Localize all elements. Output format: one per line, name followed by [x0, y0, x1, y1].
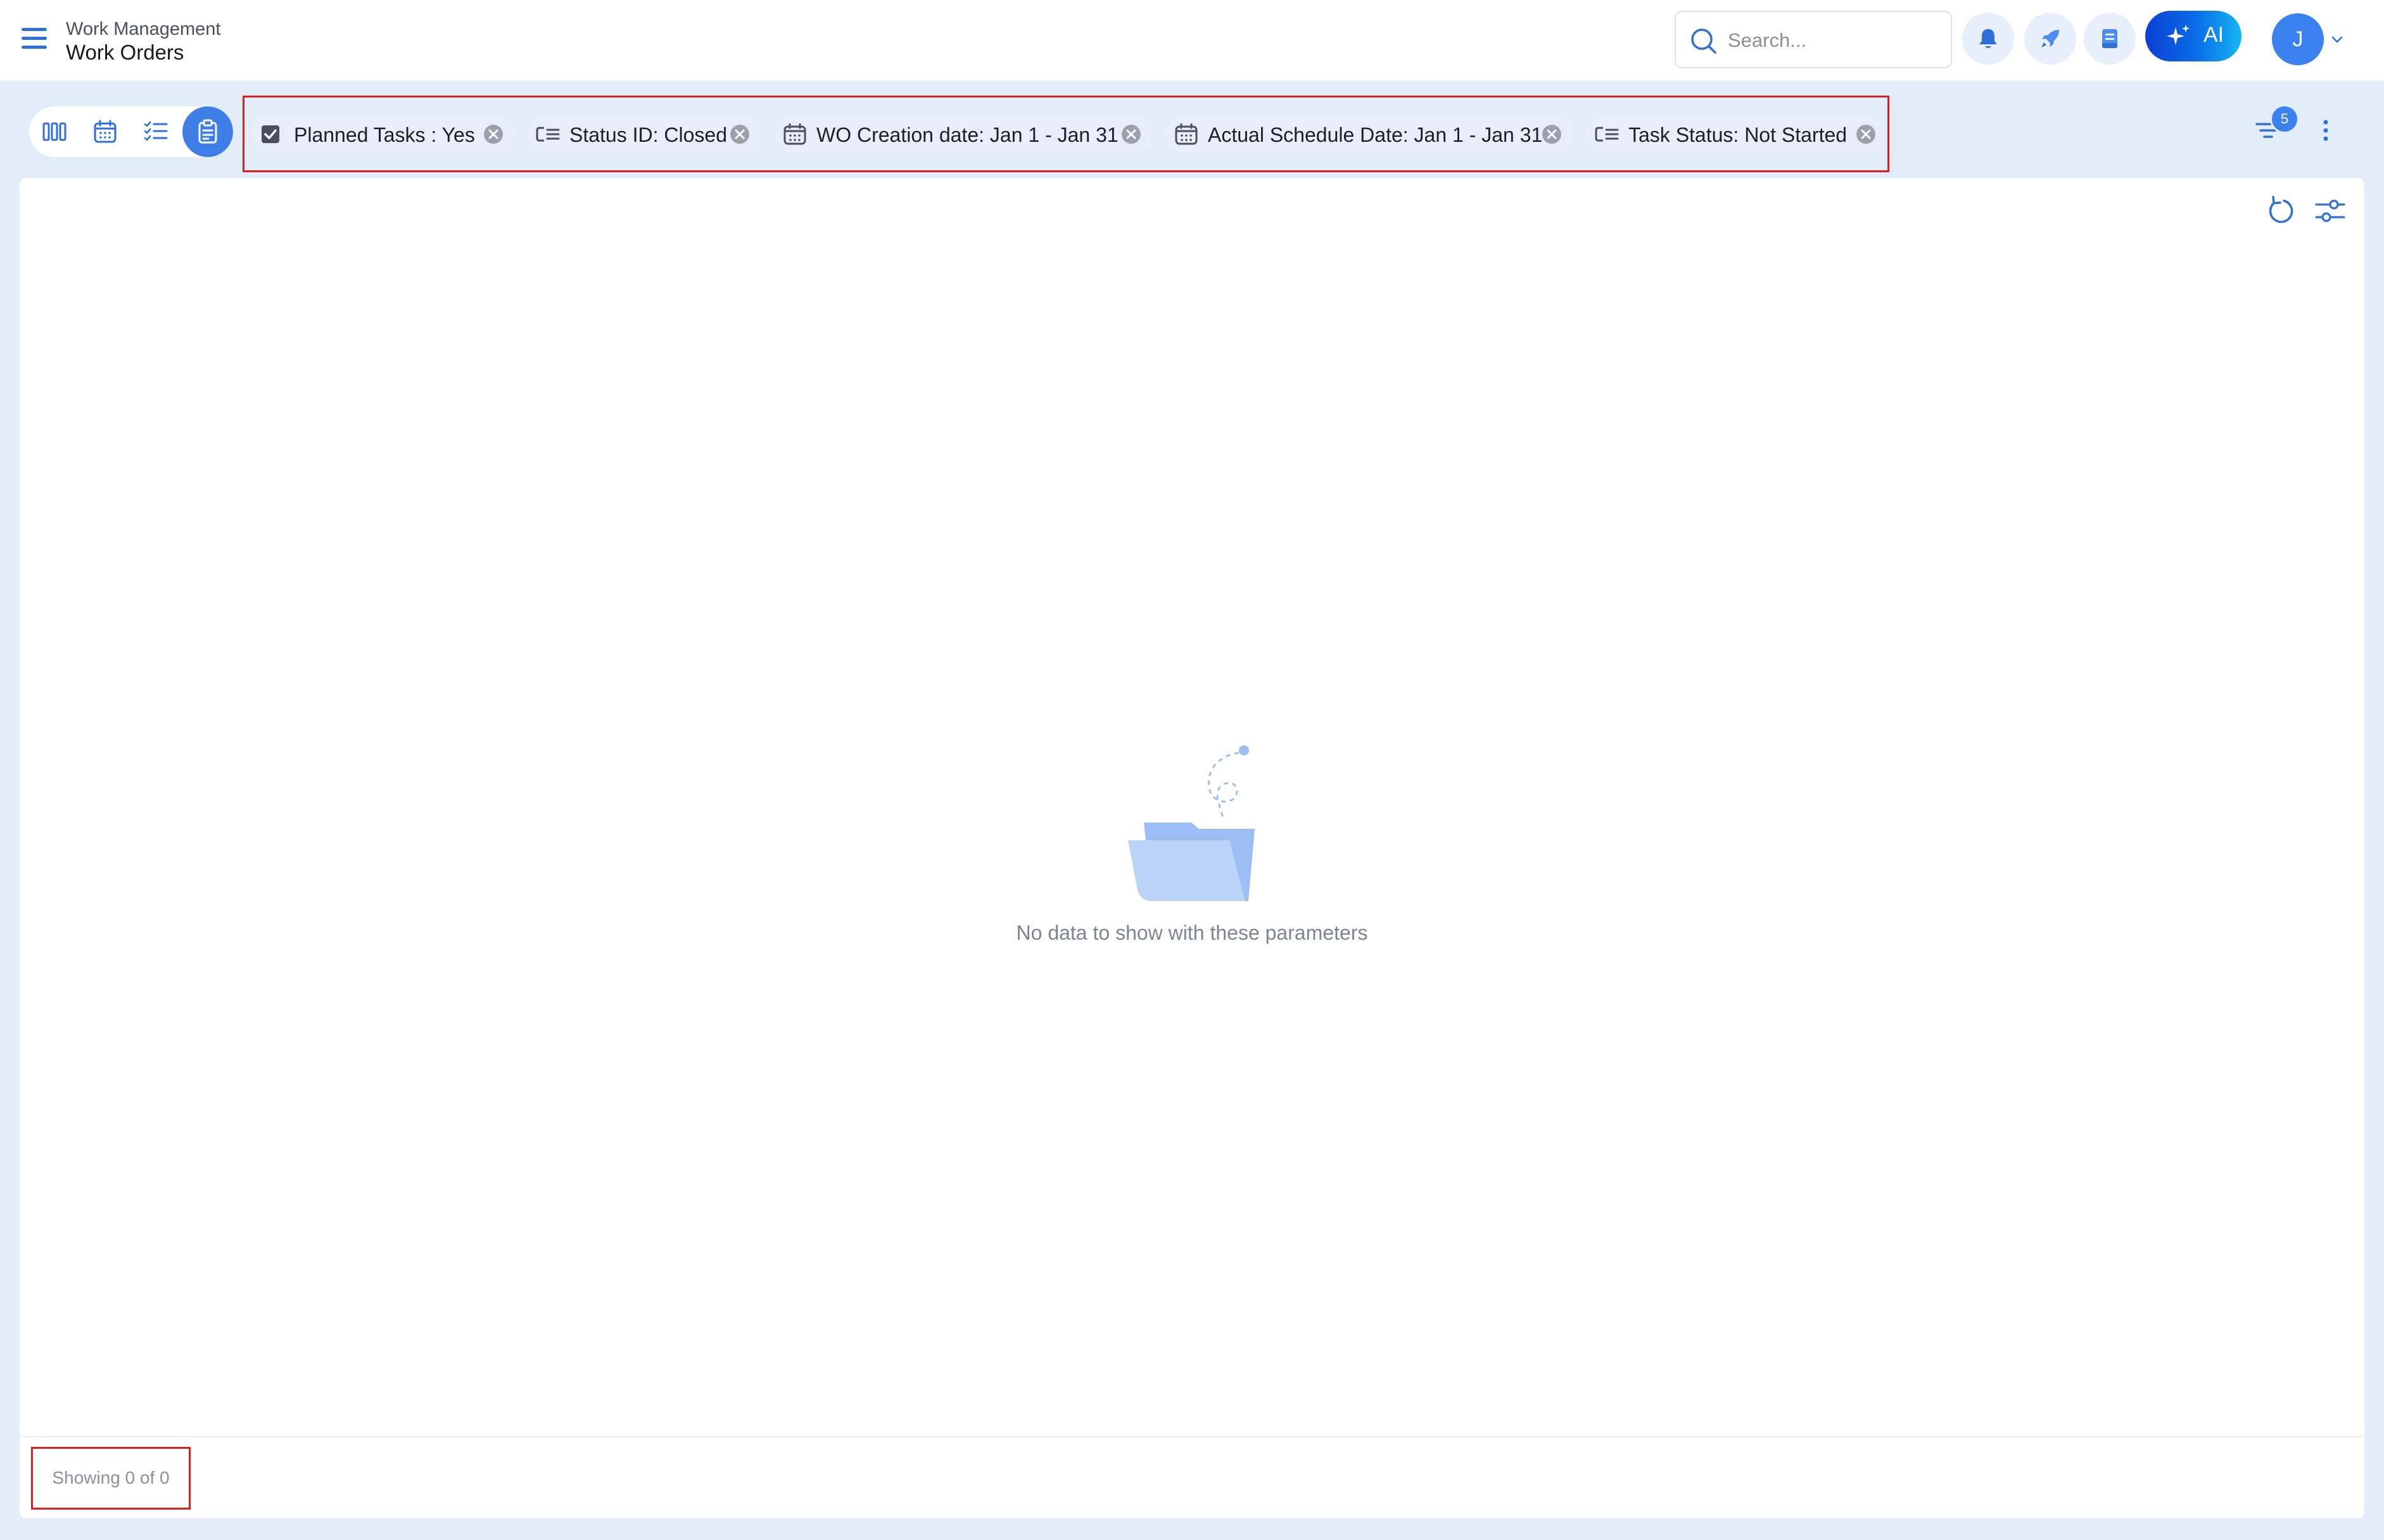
search-icon [1691, 28, 1716, 54]
document-icon [2102, 29, 2117, 48]
top-header: Work Management Work Orders Search... AI… [0, 0, 2384, 80]
view-clipboard-button[interactable] [182, 106, 233, 157]
view-board-button[interactable] [29, 106, 80, 157]
filter-chip-planned-tasks[interactable]: Planned Tasks : Yes [251, 114, 517, 154]
breadcrumb-module[interactable]: Work Management [66, 19, 220, 40]
active-filters-bar: Planned Tasks : Yes Status ID: Closed WO… [243, 96, 1889, 172]
list-filter-icon [1595, 127, 1619, 142]
filter-chip-actual-schedule-date[interactable]: Actual Schedule Date: Jan 1 - Jan 31 [1165, 114, 1575, 154]
filter-chip-label: WO Creation date: Jan 1 - Jan 31 [816, 123, 1119, 146]
ai-assistant-button[interactable]: AI [2145, 11, 2241, 61]
close-icon[interactable] [1541, 123, 1563, 145]
filter-chip-task-status[interactable]: Task Status: Not Started [1585, 114, 1884, 154]
calendar-icon [1175, 123, 1198, 145]
calendar-icon [783, 123, 806, 145]
close-icon[interactable] [1120, 123, 1142, 145]
rocket-icon [2041, 30, 2059, 47]
quick-launch-button[interactable] [2024, 13, 2076, 65]
calendar-icon [94, 120, 117, 143]
ai-button-label: AI [2203, 23, 2224, 47]
results-panel: No data to show with these parameters [20, 178, 2364, 1518]
search-input[interactable] [1727, 26, 1938, 55]
view-switcher [29, 106, 233, 157]
filter-count-badge: 5 [2270, 104, 2299, 134]
empty-folder-illustration [1128, 745, 1255, 901]
settings-sliders-icon[interactable] [2312, 193, 2348, 229]
view-calendar-button[interactable] [80, 106, 130, 157]
clipboard-icon [198, 119, 217, 144]
search-box[interactable] [1675, 11, 1952, 68]
page-title: Work Orders [66, 41, 184, 64]
checklist-icon [144, 121, 168, 141]
filter-chip-label: Actual Schedule Date: Jan 1 - Jan 31 [1208, 123, 1543, 146]
notes-button[interactable] [2084, 13, 2136, 65]
close-icon[interactable] [1855, 123, 1877, 145]
more-options-icon[interactable] [2318, 118, 2333, 143]
list-filter-icon [536, 127, 560, 142]
notifications-button[interactable] [1962, 13, 2014, 65]
filter-chip-label: Task Status: Not Started [1628, 123, 1848, 146]
refresh-icon[interactable] [2263, 193, 2298, 229]
filter-chip-label: Planned Tasks : Yes [294, 123, 475, 146]
footer-divider [20, 1436, 2364, 1437]
filter-chip-wo-creation-date[interactable]: WO Creation date: Jan 1 - Jan 31 [773, 114, 1155, 154]
sparkle-icon [2167, 25, 2190, 45]
filter-chip-status-id[interactable]: Status ID: Closed [526, 114, 763, 154]
showing-count-text: Showing 0 of 0 [52, 1468, 170, 1487]
bell-icon [1979, 29, 1997, 48]
columns-icon [42, 122, 67, 141]
close-icon[interactable] [483, 123, 504, 145]
checkbox-checked-icon [262, 125, 279, 143]
pagination-summary: Showing 0 of 0 [31, 1447, 191, 1510]
user-avatar[interactable]: J [2272, 13, 2324, 65]
view-checklist-button[interactable] [130, 106, 181, 157]
close-icon[interactable] [729, 123, 751, 145]
empty-state-message: No data to show with these parameters [1016, 921, 1368, 944]
chevron-down-icon[interactable] [2331, 35, 2343, 44]
filter-chip-label: Status ID: Closed [569, 123, 727, 146]
menu-icon[interactable] [22, 28, 47, 49]
